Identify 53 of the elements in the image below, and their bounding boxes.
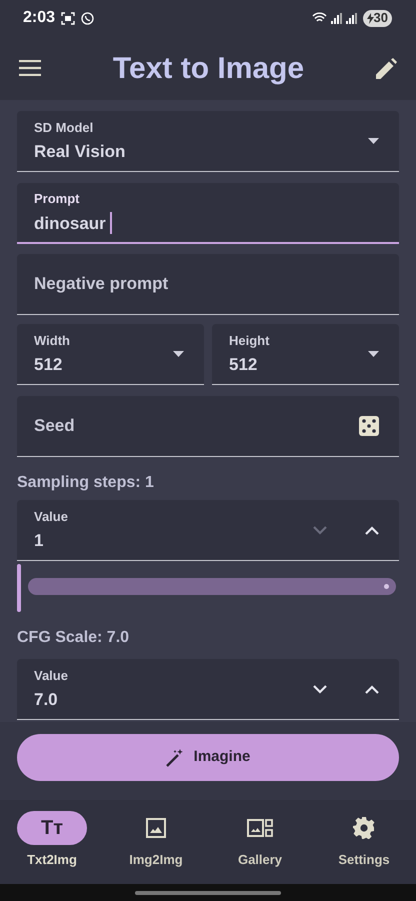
field-label: Height	[229, 332, 270, 350]
model-dropdown[interactable]: SD Model Real Vision	[17, 111, 399, 172]
prompt-field[interactable]: Prompt dinosaur	[17, 183, 399, 244]
increment-button[interactable]	[365, 526, 379, 534]
field-value: 512	[229, 354, 258, 376]
height-dropdown[interactable]: Height 512	[212, 324, 399, 385]
field-value: 7.0	[34, 689, 59, 711]
width-dropdown[interactable]: Width 512	[17, 324, 204, 385]
field-value: Real Vision	[34, 141, 126, 163]
signal-icon	[346, 12, 357, 24]
magic-wand-icon	[166, 748, 184, 766]
dropdown-arrow-icon	[368, 351, 379, 357]
field-placeholder: Seed	[34, 415, 75, 438]
value-field[interactable]: Value 7.0	[17, 659, 399, 720]
field-label: Prompt	[34, 190, 80, 208]
value-field[interactable]: Value 1	[17, 500, 399, 561]
text-cursor	[110, 212, 112, 234]
dropdown-arrow-icon	[368, 138, 379, 144]
field-value: 1	[34, 530, 44, 552]
section-heading: CFG Scale: 7.0	[17, 628, 130, 646]
negative-prompt-field[interactable]: Negative prompt	[17, 254, 399, 315]
nav-tab[interactable]: Tт Txt2Img	[0, 800, 104, 884]
slider-thumb[interactable]	[17, 564, 21, 612]
charging-icon	[366, 12, 374, 24]
field-label: Value	[34, 508, 68, 526]
seed-field[interactable]: Seed	[17, 396, 399, 457]
pencil-icon[interactable]	[376, 58, 397, 78]
phone-chat-icon	[81, 12, 94, 24]
nav-tab[interactable]: Img2Img	[104, 800, 208, 884]
field-label: Width	[34, 332, 70, 350]
field-label: SD Model	[34, 118, 94, 136]
nav-tab[interactable]: Settings	[312, 800, 416, 884]
gallery-icon	[247, 819, 273, 837]
menu-icon[interactable]	[19, 60, 41, 76]
field-value: 512	[34, 354, 64, 376]
field-value: dinosaur	[34, 210, 112, 236]
text-style-icon: Tт	[40, 818, 63, 838]
nav-tab[interactable]: Gallery	[208, 800, 312, 884]
app-title: Text to Image	[112, 50, 304, 86]
battery-indicator: 30	[362, 10, 392, 26]
settings-icon	[353, 817, 375, 839]
dice-icon[interactable]	[359, 416, 379, 436]
status-time: 2:03	[23, 8, 56, 28]
increment-button[interactable]	[365, 684, 379, 694]
imagine-button[interactable]: Imagine	[17, 734, 399, 781]
image-icon	[146, 818, 166, 838]
screen-record-icon	[61, 12, 76, 24]
field-label: Value	[34, 666, 68, 684]
dropdown-arrow-icon	[173, 351, 184, 357]
wifi-icon	[312, 12, 327, 24]
field-placeholder: Negative prompt	[34, 273, 168, 296]
signal-icon	[330, 12, 342, 24]
section-heading: Sampling steps: 1	[17, 473, 155, 491]
